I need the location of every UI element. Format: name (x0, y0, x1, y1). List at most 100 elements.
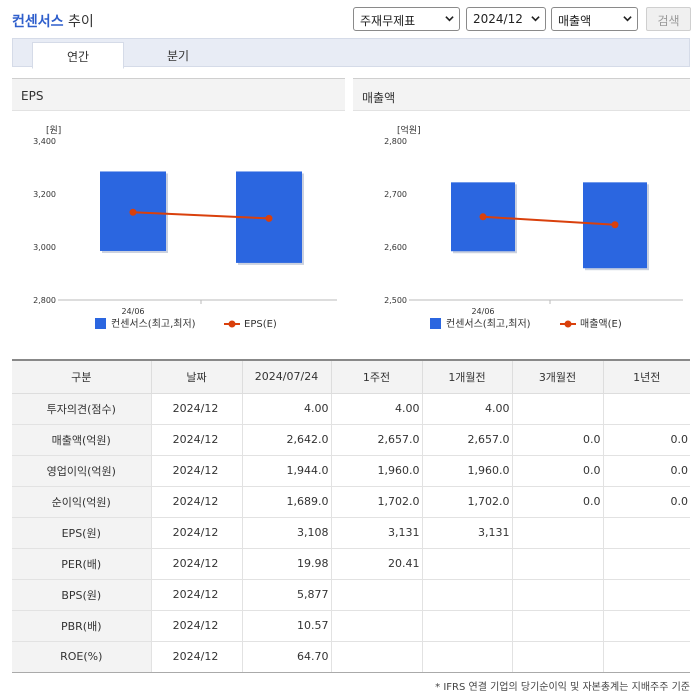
table-cell: 3,131 (330, 517, 422, 549)
table-cell: 10.57 (241, 610, 331, 642)
item-value: 매출액 (558, 14, 592, 28)
tab-quarterly[interactable]: 분기 (132, 42, 224, 68)
y-tick-label: 3,400 (33, 137, 56, 146)
table-cell: 4.00 (241, 393, 331, 425)
table-cell: 0.0 (602, 455, 690, 487)
row-label: PBR(배) (12, 610, 151, 642)
table-cell: 0.0 (602, 424, 690, 456)
table-cell (602, 579, 690, 611)
y-tick-label: 3,200 (33, 190, 56, 199)
x-tick-label: 24/06 (121, 307, 144, 316)
eps-chart: [원] 2,800 3,000 3,200 3,400 24/06 컨센서스(최고,최저) E… (33, 125, 337, 330)
col-header: 2024/07/24 (241, 361, 331, 394)
row-date: 2024/12 (150, 579, 242, 611)
table-cell (330, 610, 422, 642)
row-label: EPS(원) (12, 517, 151, 549)
col-header: 1년전 (602, 361, 690, 394)
table-cell (602, 548, 690, 580)
statement-type-select[interactable]: 주재무제표 (353, 7, 460, 31)
table-cell: 0.0 (511, 455, 603, 487)
table-cell: 20.41 (330, 548, 422, 580)
table-cell (511, 393, 603, 425)
table-cell: 64.70 (241, 641, 331, 673)
table-row: BPS(원) 2024/12 5,877 (12, 579, 690, 611)
sales-chart: [억원] 2,500 2,600 2,700 2,800 24/06 컨센서스(최고,최저)… (384, 124, 683, 330)
table-row: 순이익(억원) 2024/12 1,689.0 1,702.0 1,702.0 0.0 0.… (12, 486, 690, 518)
table-cell: 4.00 (330, 393, 422, 425)
table-cell (511, 641, 603, 673)
row-date: 2024/12 (150, 548, 242, 580)
y-tick-label: 2,800 (384, 137, 407, 146)
table-cell (330, 641, 422, 673)
table-bottom-border (12, 672, 690, 673)
search-button[interactable]: 검색 (646, 7, 691, 31)
table-row: EPS(원) 2024/12 3,108 3,131 3,131 (12, 517, 690, 549)
table-cell (511, 610, 603, 642)
period-value: 2024/12 (473, 12, 523, 26)
table-cell: 19.98 (241, 548, 331, 580)
legend-line-label: EPS(E) (244, 319, 277, 330)
table-cell (511, 548, 603, 580)
row-date: 2024/12 (150, 517, 242, 549)
table-cell: 1,702.0 (330, 486, 422, 518)
chevron-down-icon (623, 16, 632, 22)
col-header: 1개월전 (421, 361, 512, 394)
row-label: ROE(%) (12, 641, 151, 673)
table-row: PER(배) 2024/12 19.98 20.41 (12, 548, 690, 580)
col-header: 3개월전 (511, 361, 603, 394)
row-label: 매출액(억원) (12, 424, 151, 456)
statement-type-value: 주재무제표 (360, 14, 416, 28)
y-tick-label: 2,500 (384, 296, 407, 305)
row-label: 영업이익(억원) (12, 455, 151, 487)
table-cell: 3,131 (421, 517, 512, 549)
consensus-table: 구분 날짜 2024/07/24 1주전 1개월전 3개월전 1년전 투자의견(… (12, 361, 690, 673)
row-date: 2024/12 (150, 424, 242, 456)
row-date: 2024/12 (150, 455, 242, 487)
page-title-company: 컨센서스 (12, 14, 64, 30)
page-title: 컨센서스 추이 (12, 11, 94, 31)
row-label: PER(배) (12, 548, 151, 580)
legend-range-swatch (430, 318, 441, 329)
table-cell (602, 393, 690, 425)
item-select[interactable]: 매출액 (551, 7, 638, 31)
sales-panel-header: 매출액 (353, 78, 690, 111)
eps-panel-header: EPS (12, 78, 345, 111)
table-cell (421, 610, 512, 642)
table-cell: 1,960.0 (330, 455, 422, 487)
table-cell: 1,689.0 (241, 486, 331, 518)
table-cell: 5,877 (241, 579, 331, 611)
col-header: 날짜 (150, 361, 242, 394)
row-label: BPS(원) (12, 579, 151, 611)
table-cell: 0.0 (511, 424, 603, 456)
table-header-row: 구분 날짜 2024/07/24 1주전 1개월전 3개월전 1년전 (12, 361, 690, 394)
table-row: 영업이익(억원) 2024/12 1,944.0 1,960.0 1,960.0 0.0 0… (12, 455, 690, 487)
table-cell: 2,642.0 (241, 424, 331, 456)
estimate-point (265, 214, 273, 222)
row-label: 순이익(억원) (12, 486, 151, 518)
tab-annual[interactable]: 연간 (32, 42, 124, 69)
y-tick-label: 3,000 (33, 243, 56, 252)
row-date: 2024/12 (150, 610, 242, 642)
table-cell: 2,657.0 (330, 424, 422, 456)
y-tick-label: 2,600 (384, 243, 407, 252)
row-date: 2024/12 (150, 393, 242, 425)
table-cell: 1,960.0 (421, 455, 512, 487)
table-cell: 1,702.0 (421, 486, 512, 518)
table-cell (421, 641, 512, 673)
y-axis-unit-label: [억원] (397, 124, 421, 136)
table-cell: 2,657.0 (421, 424, 512, 456)
page-title-suffix: 추이 (67, 14, 94, 30)
table-cell: 4.00 (421, 393, 512, 425)
estimate-point (129, 208, 137, 216)
table-cell (602, 517, 690, 549)
period-select[interactable]: 2024/12 (466, 7, 546, 31)
table-row: PBR(배) 2024/12 10.57 (12, 610, 690, 642)
table-row: 투자의견(점수) 2024/12 4.00 4.00 4.00 (12, 393, 690, 425)
table-cell (511, 517, 603, 549)
table-cell (602, 610, 690, 642)
table-cell: 3,108 (241, 517, 331, 549)
table-cell (511, 579, 603, 611)
footnote: * IFRS 연결 기업의 당기순이익 및 자본총계는 지배주주 기준 (435, 682, 690, 693)
legend-line-swatch-point (228, 320, 236, 328)
table-cell: 0.0 (511, 486, 603, 518)
